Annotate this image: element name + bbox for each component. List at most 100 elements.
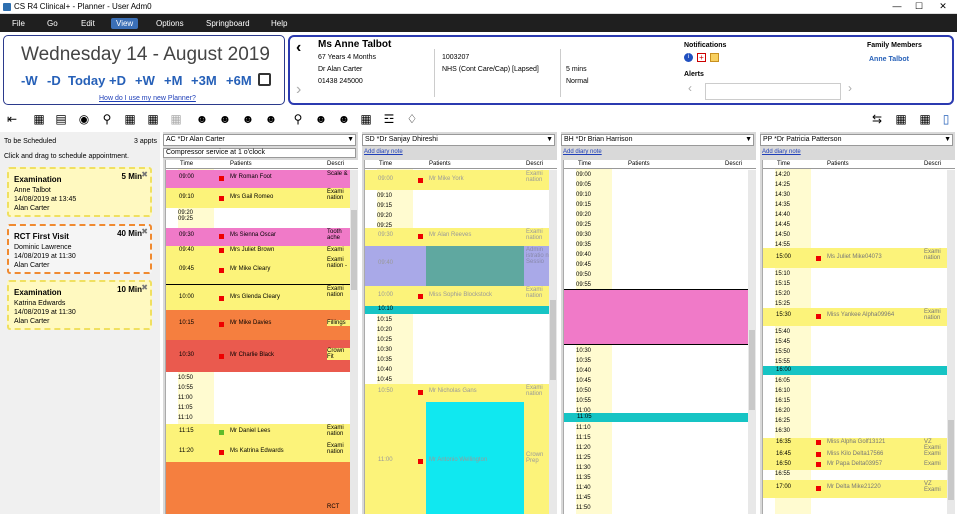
status-icon (816, 256, 821, 261)
appointment-block[interactable]: 09:10 Mrs Gail Romeo Exami nation (166, 188, 351, 208)
current-time-marker: 10:10 (365, 306, 550, 314)
nav-today[interactable]: Today (68, 73, 105, 88)
appointment-block[interactable]: 09:00 Mr Mike York Exami nation (365, 170, 550, 190)
menu-help[interactable]: Help (266, 18, 292, 29)
appointment-block[interactable]: 16:50 Mr Papa Delta03957 Exami (763, 460, 948, 470)
menu-springboard[interactable]: Springboard (201, 18, 255, 29)
alerts-next-icon[interactable]: › (848, 81, 852, 95)
menu-file[interactable]: File (7, 18, 30, 29)
appointment-block[interactable]: 10:30 Mr Charlie Black Crown Fit (166, 340, 351, 372)
next-patient-icon[interactable]: › (296, 81, 301, 99)
nav-minus-week[interactable]: -W (21, 73, 38, 88)
vertical-scrollbar[interactable] (947, 170, 955, 514)
remove-card-icon[interactable]: ✖ (141, 170, 148, 179)
payments-icon[interactable]: ☲ (381, 111, 397, 127)
find-patient-icon[interactable]: ⚲ (290, 111, 306, 127)
menu-options[interactable]: Options (151, 18, 189, 29)
menu-go[interactable]: Go (42, 18, 63, 29)
recalls-icon[interactable]: ▦ (358, 111, 374, 127)
clinician-select[interactable]: AC *Dr Alan Carter ▼ (163, 134, 356, 146)
clinician-select[interactable]: PP *Dr Patricia Patterson ▼ (760, 134, 953, 146)
appointment-block[interactable]: 09:40 Admin istratio n Sessio (365, 246, 550, 286)
menu-edit[interactable]: Edit (76, 18, 100, 29)
clinician-select[interactable]: SD *Dr Sanjay Dhireshi ▼ (362, 134, 555, 146)
patient-name[interactable]: Ms Anne Talbot (318, 39, 391, 50)
search-appointment-icon[interactable]: ⚲ (99, 111, 115, 127)
appointment-block[interactable]: 16:35 Miss Alpha Golf13121 VZ Exami (763, 438, 948, 451)
vertical-scrollbar[interactable] (350, 170, 358, 514)
unscheduled-card[interactable]: Examination 5 Min ✖ Anne Talbot 14/08/20… (7, 167, 152, 217)
nav-plus-3-months[interactable]: +3M (191, 73, 217, 88)
appointment-block[interactable]: 09:30 Ms Sienna Oscar Tooth ache (166, 228, 351, 246)
appointment-book-icon[interactable]: ▤ (53, 111, 69, 127)
vertical-scrollbar[interactable] (549, 170, 557, 514)
medical-alert-icon[interactable]: + (697, 53, 706, 62)
remove-card-icon[interactable]: ✖ (141, 227, 148, 236)
add-diary-note-link[interactable]: Add diary note (762, 149, 801, 155)
print-icon[interactable]: ▦ (168, 111, 184, 127)
unscheduled-card[interactable]: RCT First Visit 40 Min ✖ Dominic Lawrenc… (7, 224, 152, 274)
view-patient-icon[interactable]: ◉ (76, 111, 92, 127)
patient-in-surgery-icon[interactable]: ☻ (217, 111, 233, 127)
appointment-block[interactable]: 15:30 Miss Yankee Alpha09964 Exami nation (763, 308, 948, 326)
nav-minus-day[interactable]: -D (47, 73, 61, 88)
alerts-prev-icon[interactable]: ‹ (688, 81, 692, 95)
menu-view[interactable]: View (111, 18, 139, 29)
two-column-icon[interactable]: ▯ (938, 111, 954, 127)
appointment-block[interactable]: 09:30 Mr Alan Reeves Exami nation (365, 228, 550, 246)
grid-view-icon[interactable]: ▦ (893, 111, 909, 127)
appointment-block[interactable]: 09:40 Mrs Juliet Brown Exami (166, 246, 351, 256)
nav-plus-6-months[interactable]: +6M (226, 73, 252, 88)
nav-plus-month[interactable]: +M (164, 73, 182, 88)
appointment-block[interactable] (564, 289, 749, 345)
appointment-block[interactable]: 17:00 Mr Delta Mike21220 VZ Exami (763, 480, 948, 498)
multi-column-icon[interactable]: ▦ (917, 111, 933, 127)
scrollbar-thumb[interactable] (351, 210, 357, 290)
family-member-link[interactable]: Anne Talbot (869, 56, 909, 63)
nav-plus-week[interactable]: +W (135, 73, 155, 88)
vertical-scrollbar[interactable] (748, 170, 756, 514)
appointment-block[interactable]: 11:00 Mr Antonio Wellington Crown Prep (365, 402, 550, 514)
appointment-block[interactable]: 09:00 Mr Roman Foot Scale & (166, 170, 351, 188)
remove-card-icon[interactable]: ✖ (141, 283, 148, 292)
swap-icon[interactable]: ⇆ (869, 111, 885, 127)
clinician-select[interactable]: BH *Dr Brian Harrison ▼ (561, 134, 754, 146)
scrollbar-thumb[interactable] (948, 420, 954, 500)
delete-appointment-icon[interactable]: ▦ (145, 111, 161, 127)
appointment-block[interactable]: RCT (166, 462, 351, 514)
note-icon[interactable] (710, 53, 719, 62)
group-patients-icon[interactable]: ☻ (240, 111, 256, 127)
tooth-icon[interactable]: ♢ (404, 111, 420, 127)
calendar-icon[interactable] (258, 73, 271, 86)
appointment-block[interactable]: 10:15 Mr Mike Davies Fillings (166, 310, 351, 340)
appointment-block[interactable]: 09:45 Mr Mike Cleary Exami nation - (166, 256, 351, 284)
collapse-panel-icon[interactable]: ⇤ (4, 111, 20, 127)
scrollbar-thumb[interactable] (550, 300, 556, 380)
add-appointment-icon[interactable]: ▦ (122, 111, 138, 127)
maximize-button[interactable]: ☐ (912, 1, 926, 12)
patient-left-icon[interactable]: ☻ (263, 111, 279, 127)
appointment-block[interactable]: 11:15 Mr Daniel Lees Exami nation (166, 424, 351, 442)
calendar-day-icon[interactable]: ▦ (31, 111, 47, 127)
minimize-button[interactable]: — (890, 1, 904, 11)
add-patient-icon[interactable]: ☻ (313, 111, 329, 127)
appointment-block[interactable]: 10:00 Mrs Glenda Cleary Exami nation (166, 284, 351, 310)
unscheduled-card[interactable]: Examination 10 Min ✖ Katrina Edwards 14/… (7, 280, 152, 330)
appointment-block[interactable]: 10:50 Mr Nicholas Gans Exami nation (365, 384, 550, 402)
diary-note[interactable]: Compressor service at 1 o'clock (163, 148, 356, 158)
appointment-block[interactable]: 15:00 Ms Juliet Mike04073 Exami nation (763, 248, 948, 268)
appointment-block[interactable]: 16:45 Miss Kilo Delta17566 Exami (763, 450, 948, 460)
add-diary-note-link[interactable]: Add diary note (563, 149, 602, 155)
time-slot: 09:00 09:05 09:10 09:15 09:20 09:25 09:30 09:35… (576, 172, 592, 288)
patient-arrived-icon[interactable]: ☻ (194, 111, 210, 127)
appointment-block[interactable]: 10:00 Miss Sophie Blockstock Exami nation (365, 286, 550, 306)
scrollbar-thumb[interactable] (749, 330, 755, 410)
close-button[interactable]: ✕ (936, 1, 950, 12)
prev-patient-icon[interactable]: ‹ (296, 39, 301, 57)
appointment-block[interactable]: 11:20 Ms Katrina Edwards Exami nation (166, 442, 351, 462)
patient-settings-icon[interactable]: ☻ (336, 111, 352, 127)
add-diary-note-link[interactable]: Add diary note (364, 149, 403, 155)
planner-help-link[interactable]: How do I use my new Planner? (99, 95, 196, 102)
info-icon[interactable]: i (684, 53, 693, 62)
nav-plus-day[interactable]: +D (109, 73, 126, 88)
